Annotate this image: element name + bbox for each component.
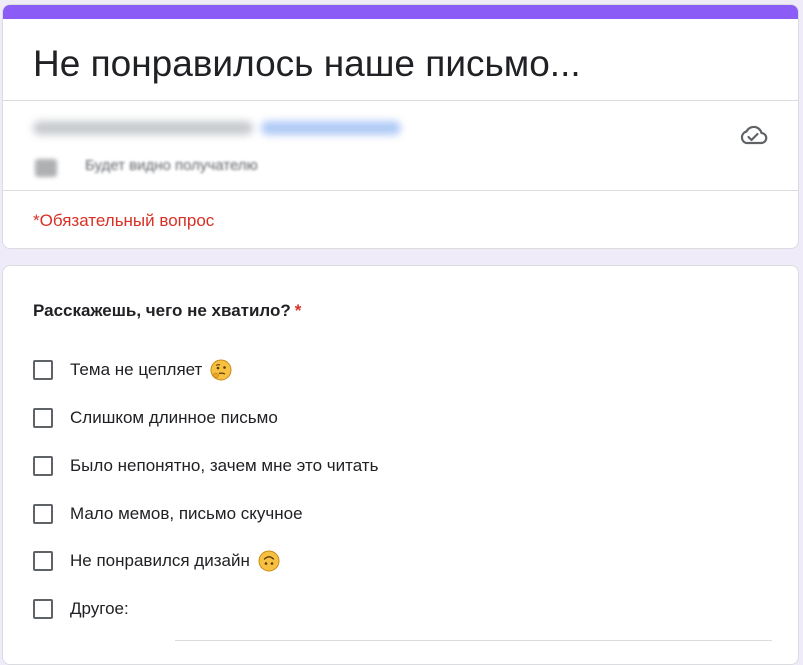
question-title-text: Расскажешь, чего не хватило? [33,301,291,320]
share-contact-icon [35,159,57,177]
option-too-long[interactable]: Слишком длинное письмо [33,404,278,432]
checkbox[interactable] [33,599,53,619]
option-label: Слишком длинное письмо [70,408,278,427]
option-design[interactable]: Не понравился дизайн [33,547,280,575]
share-note: Будет видно получателю [85,157,258,174]
thinking-face-emoji [210,359,232,381]
option-unclear-purpose[interactable]: Было непонятно, зачем мне это читать [33,452,378,480]
cloud-check-icon[interactable] [738,123,768,147]
theme-accent-bar [3,5,798,19]
option-other[interactable]: Другое: [33,595,129,623]
option-label: Тема не цепляет [70,360,203,379]
option-topic-not-engaging[interactable]: Тема не цепляет [33,356,232,384]
other-text-input[interactable] [175,620,772,641]
option-label: Другое: [70,599,129,618]
checkbox[interactable] [33,456,53,476]
option-boring[interactable]: Мало мемов, письмо скучное [33,500,303,528]
required-asterisk: * [294,301,302,320]
checkbox[interactable] [33,551,53,571]
option-label: Было непонятно, зачем мне это читать [70,456,379,475]
checkbox[interactable] [33,360,53,380]
checkbox[interactable] [33,408,53,428]
account-info: Будет видно получателю [21,109,421,177]
header-divider [3,100,798,101]
question-card: Расскажешь, чего не хватило? * Тема не це… [2,265,799,665]
upside-down-face-emoji [258,550,280,572]
option-label: Мало мемов, письмо скучное [70,504,303,523]
question-title: Расскажешь, чего не хватило? * [33,301,301,321]
checkbox[interactable] [33,504,53,524]
account-divider [3,190,798,191]
form-title: Не понравилось наше письмо... [33,43,581,84]
redacted-account-email [33,121,253,135]
option-label: Не понравился дизайн [70,551,250,570]
form-header-card: Не понравилось наше письмо... Будет видн… [2,4,799,249]
required-question-note: *Обязательный вопрос [33,211,215,230]
switch-account-link[interactable] [261,121,401,135]
